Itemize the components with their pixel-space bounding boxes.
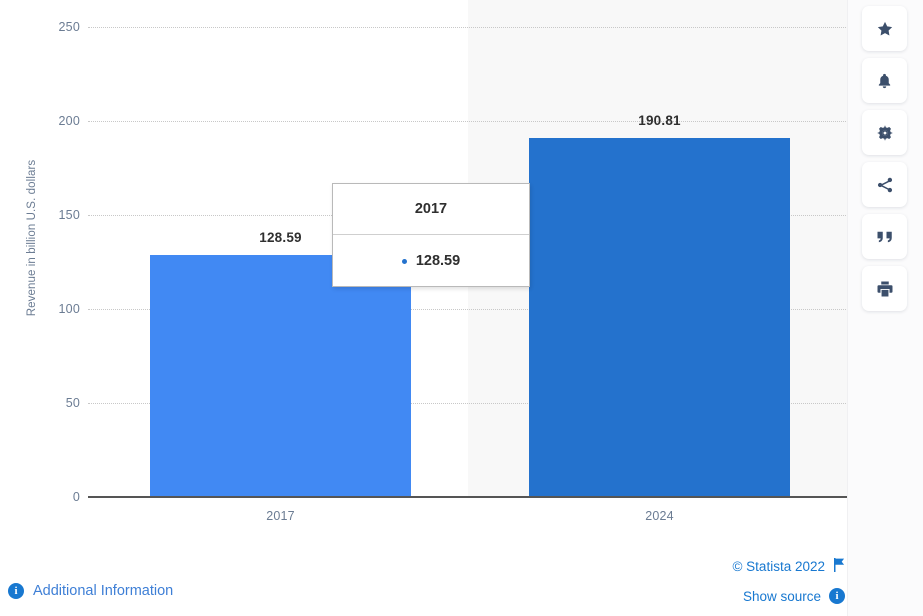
copyright-link[interactable]: © Statista 2022 — [732, 558, 845, 575]
tooltip-series-marker-icon — [401, 259, 407, 264]
flag-icon — [833, 558, 845, 575]
action-rail — [847, 0, 923, 616]
x-axis-line — [88, 496, 848, 498]
settings-button[interactable] — [862, 110, 907, 155]
info-icon: i — [829, 588, 845, 604]
alert-button[interactable] — [862, 58, 907, 103]
tooltip-title: 2017 — [333, 184, 529, 235]
chart-container: 250 200 150 100 50 0 Revenue in billion … — [0, 0, 860, 545]
x-tick-label-2024: 2024 — [645, 509, 674, 523]
show-source-link[interactable]: Show source i — [743, 588, 845, 604]
print-button[interactable] — [862, 266, 907, 311]
info-icon: i — [8, 583, 24, 599]
copyright-label: © Statista 2022 — [732, 559, 825, 574]
share-button[interactable] — [862, 162, 907, 207]
favorite-button[interactable] — [862, 6, 907, 51]
bar-value-label-2024: 190.81 — [638, 113, 681, 129]
star-icon — [876, 20, 894, 38]
quote-icon — [876, 230, 894, 244]
additional-information-label: Additional Information — [33, 583, 174, 599]
additional-information-link[interactable]: i Additional Information — [8, 583, 173, 599]
gear-icon — [876, 124, 894, 142]
tooltip-value: 128.59 — [415, 252, 461, 269]
print-icon — [876, 280, 894, 298]
x-tick-label-2017: 2017 — [266, 509, 295, 523]
share-icon — [876, 176, 894, 194]
chart-tooltip: 2017 128.59 — [332, 183, 530, 287]
show-source-label: Show source — [742, 588, 821, 604]
bell-icon — [876, 72, 893, 90]
tooltip-row: 128.59 — [333, 235, 529, 286]
bar-2024[interactable] — [529, 138, 790, 497]
cite-button[interactable] — [862, 214, 907, 259]
bar-2017[interactable] — [150, 255, 411, 497]
